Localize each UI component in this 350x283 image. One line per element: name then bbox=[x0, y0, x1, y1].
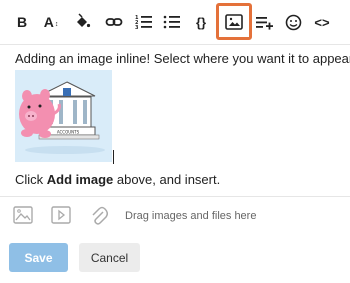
image-icon bbox=[225, 13, 243, 30]
paperclip-icon bbox=[92, 206, 109, 225]
save-button[interactable]: Save bbox=[9, 243, 68, 272]
bullet-list-icon bbox=[163, 15, 180, 29]
editor-content[interactable]: Adding an image inline! Select where you… bbox=[15, 51, 350, 67]
cancel-button[interactable]: Cancel bbox=[79, 243, 140, 272]
add-image-button[interactable] bbox=[216, 3, 252, 40]
code-block-icon: {} bbox=[195, 14, 207, 30]
html-source-button[interactable]: <> bbox=[310, 10, 334, 34]
attachment-bar: Drag images and files here bbox=[0, 196, 350, 233]
emoji-icon bbox=[285, 14, 301, 30]
pig-accounts-illustration: ACCOUNTS bbox=[19, 81, 105, 154]
svg-text:3: 3 bbox=[135, 25, 139, 31]
code-block-button[interactable]: {} bbox=[189, 10, 213, 34]
content-line-2: Click Add image above, and insert. bbox=[15, 172, 220, 187]
text-cursor bbox=[113, 150, 114, 164]
bullet-list-button[interactable] bbox=[161, 10, 183, 34]
link-button[interactable] bbox=[102, 10, 126, 34]
fill-color-icon bbox=[77, 13, 91, 28]
svg-text:ACCOUNTS: ACCOUNTS bbox=[57, 130, 80, 135]
insert-row-button[interactable] bbox=[254, 10, 276, 34]
rich-text-editor: B A ↕ 1 2 3 {} <> Adding an image inline… bbox=[0, 0, 350, 283]
link-icon bbox=[105, 18, 123, 26]
font-size-icon: A ↕ bbox=[43, 14, 59, 30]
content-line-1: Adding an image inline! Select where you… bbox=[15, 51, 350, 66]
fill-color-button[interactable] bbox=[70, 10, 94, 34]
bold-button[interactable]: B bbox=[12, 10, 32, 34]
drag-drop-hint: Drag images and files here bbox=[125, 210, 257, 222]
video-icon bbox=[51, 206, 71, 224]
content-line-2-prefix: Click bbox=[15, 172, 47, 187]
ordered-list-button[interactable]: 1 2 3 bbox=[133, 10, 155, 34]
ordered-list-icon: 1 2 3 bbox=[135, 15, 152, 31]
picture-icon bbox=[13, 206, 33, 224]
attach-file-button[interactable] bbox=[90, 206, 109, 231]
add-picture-button[interactable] bbox=[13, 206, 33, 229]
editor-toolbar: B A ↕ 1 2 3 {} <> bbox=[0, 0, 350, 45]
inline-image[interactable]: ACCOUNTS bbox=[15, 70, 112, 162]
font-size-button[interactable]: A ↕ bbox=[40, 10, 62, 34]
add-video-button[interactable] bbox=[51, 206, 71, 229]
content-line-2-suffix: above, and insert. bbox=[113, 172, 221, 187]
html-source-icon: <> bbox=[314, 14, 330, 30]
bold-icon: B bbox=[16, 14, 28, 30]
insert-row-icon bbox=[256, 17, 273, 30]
emoji-button[interactable] bbox=[282, 10, 304, 34]
content-line-2-bold: Add image bbox=[46, 172, 114, 187]
